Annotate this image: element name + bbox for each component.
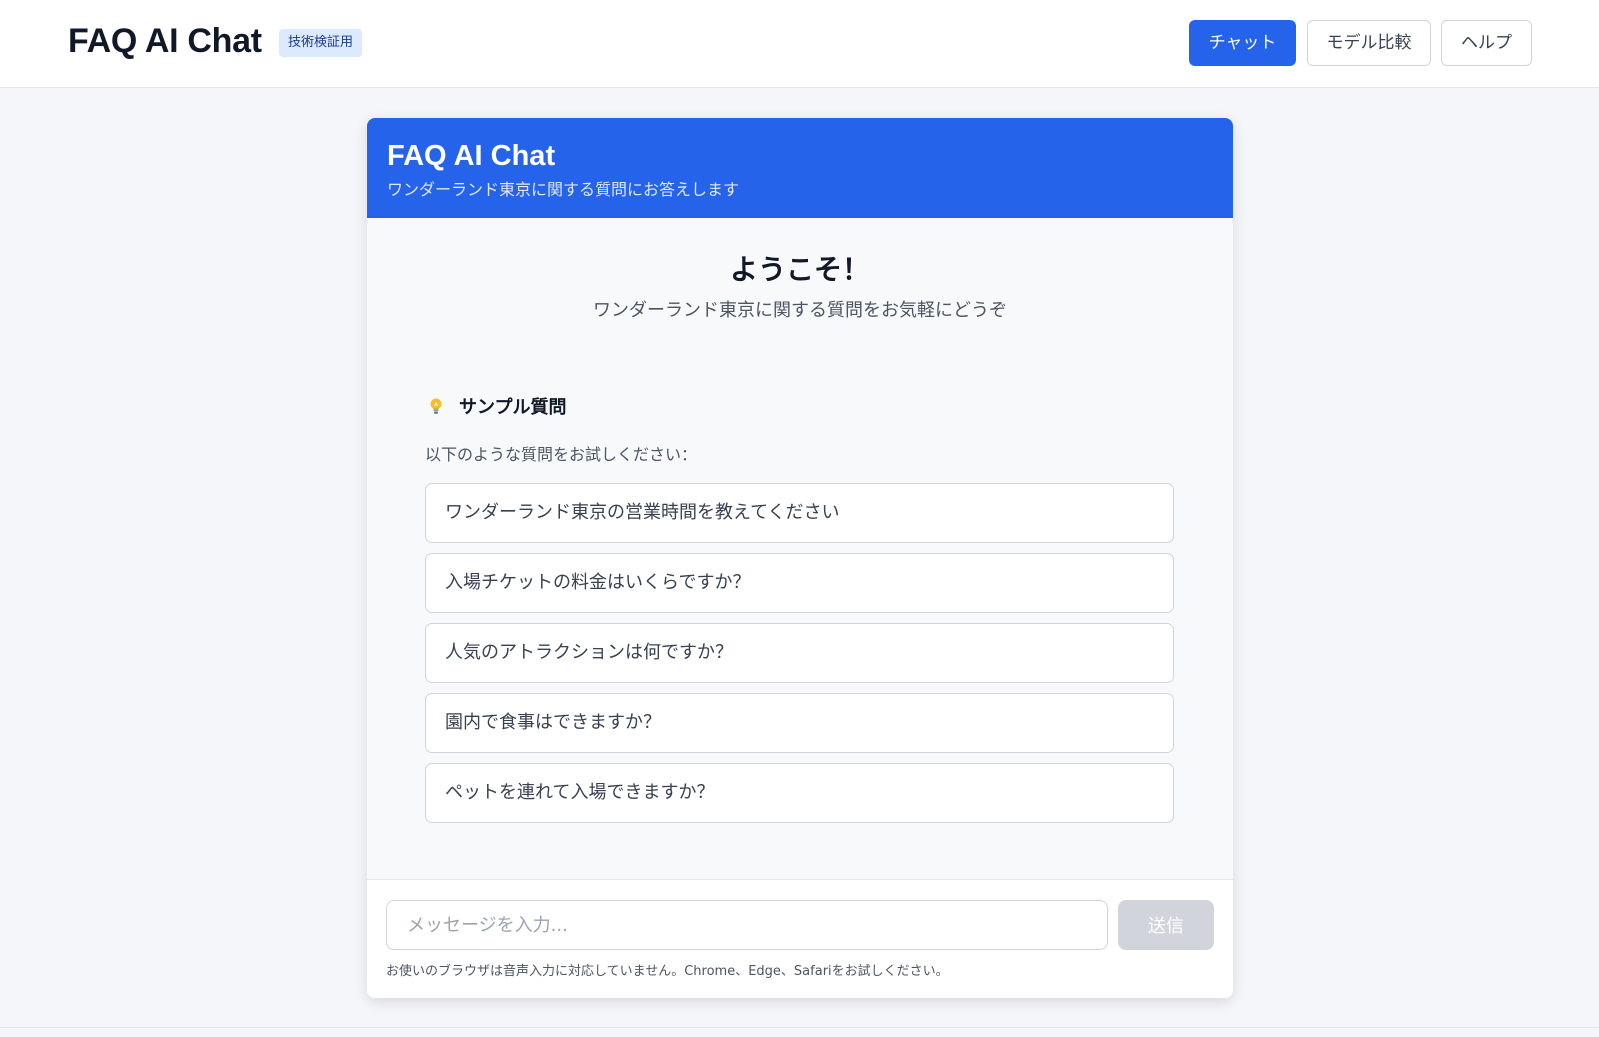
chat-subtitle: ワンダーランド東京に関する質問にお答えします bbox=[387, 180, 740, 199]
sample-question-ticket-price[interactable]: 入場チケットの料金はいくらですか？ bbox=[425, 553, 1174, 613]
footer-divider bbox=[0, 1027, 1599, 1028]
sample-question-list: ワンダーランド東京の営業時間を教えてください 入場チケットの料金はいくらですか？… bbox=[425, 483, 1174, 833]
message-input-area: 送信 お使いのブラウザは音声入力に対応していません。Chrome、Edge、Sa… bbox=[367, 879, 1233, 998]
welcome-title: ようこそ！ bbox=[729, 253, 870, 286]
sample-question-pets[interactable]: ペットを連れて入場できますか？ bbox=[425, 763, 1174, 823]
sample-question-attractions[interactable]: 人気のアトラクションは何ですか？ bbox=[425, 623, 1174, 683]
sample-question-hours[interactable]: ワンダーランド東京の営業時間を教えてください bbox=[425, 483, 1174, 543]
sample-questions-heading: サンプル質問 bbox=[427, 393, 566, 419]
send-button[interactable]: 送信 bbox=[1118, 900, 1214, 950]
top-navigation-bar: FAQ AI Chat 技術検証用 チャット モデル比較 ヘルプ bbox=[0, 0, 1599, 88]
chat-card: FAQ AI Chat ワンダーランド東京に関する質問にお答えします ようこそ！… bbox=[367, 118, 1233, 998]
sample-questions-label: サンプル質問 bbox=[459, 397, 567, 418]
message-input[interactable] bbox=[386, 900, 1108, 950]
sample-questions-description: 以下のような質問をお試しください： bbox=[425, 445, 698, 464]
nav-chat-button[interactable]: チャット bbox=[1189, 20, 1296, 66]
nav-model-compare-button[interactable]: モデル比較 bbox=[1307, 20, 1431, 66]
voice-input-unsupported-note: お使いのブラウザは音声入力に対応していません。Chrome、Edge、Safar… bbox=[386, 964, 949, 979]
app-brand-title: FAQ AI Chat bbox=[68, 22, 262, 60]
chat-header: FAQ AI Chat ワンダーランド東京に関する質問にお答えします bbox=[367, 118, 1233, 218]
welcome-subtitle: ワンダーランド東京に関する質問をお気軽にどうぞ bbox=[593, 300, 1007, 321]
chat-title: FAQ AI Chat bbox=[387, 140, 556, 172]
tech-verification-badge: 技術検証用 bbox=[279, 29, 363, 57]
lightbulb-icon bbox=[430, 398, 442, 414]
nav-help-button[interactable]: ヘルプ bbox=[1441, 20, 1532, 66]
sample-question-dining[interactable]: 園内で食事はできますか？ bbox=[425, 693, 1174, 753]
